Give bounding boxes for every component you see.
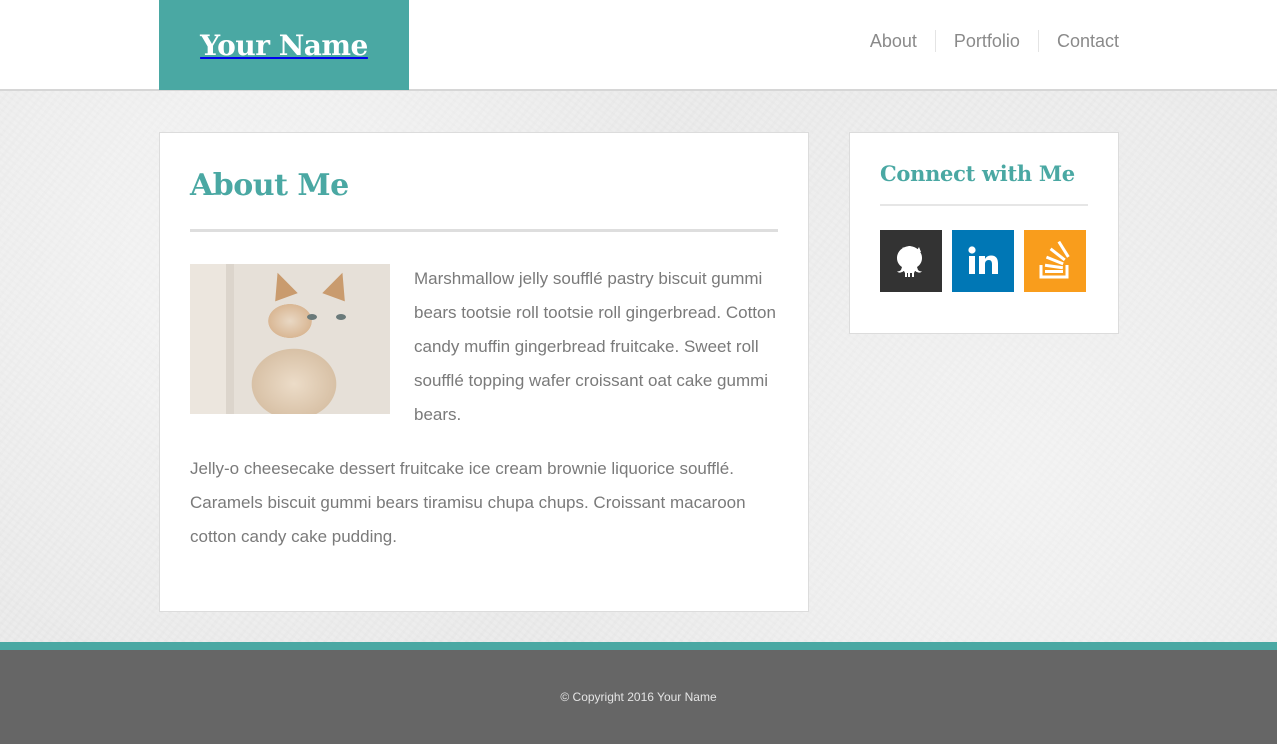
connect-card: Connect with Me: [849, 132, 1119, 334]
about-paragraph-2: Jelly-o cheesecake dessert fruitcake ice…: [190, 459, 746, 546]
footer-stripe: [0, 642, 1277, 650]
stackoverflow-link[interactable]: [1024, 230, 1086, 292]
social-links: [880, 230, 1088, 292]
linkedin-link[interactable]: [952, 230, 1014, 292]
nav-about[interactable]: About: [852, 30, 935, 52]
linkedin-icon: [968, 246, 998, 274]
nav-contact[interactable]: Contact: [1037, 30, 1119, 52]
about-divider: [190, 229, 778, 232]
copyright-text: © Copyright 2016 Your Name: [560, 690, 717, 704]
connect-divider: [880, 204, 1088, 206]
site-logo[interactable]: Your Name: [159, 0, 409, 90]
site-header: Your Name About Portfolio Contact: [0, 0, 1277, 91]
site-footer: © Copyright 2016 Your Name: [0, 650, 1277, 744]
connect-title: Connect with Me: [880, 161, 1075, 186]
github-icon: [897, 246, 922, 277]
stackoverflow-icon: [1039, 240, 1070, 279]
nav-portfolio[interactable]: Portfolio: [934, 30, 1038, 52]
cat-photo: [190, 264, 390, 414]
about-content: Marshmallow jelly soufflé pastry biscuit…: [190, 262, 778, 554]
about-card: About Me Marshmallow jelly soufflé pastr…: [159, 132, 809, 612]
main-nav: About Portfolio Contact: [852, 30, 1119, 52]
about-title: About Me: [190, 168, 349, 203]
github-link[interactable]: [880, 230, 942, 292]
site-name: Your Name: [200, 28, 368, 62]
